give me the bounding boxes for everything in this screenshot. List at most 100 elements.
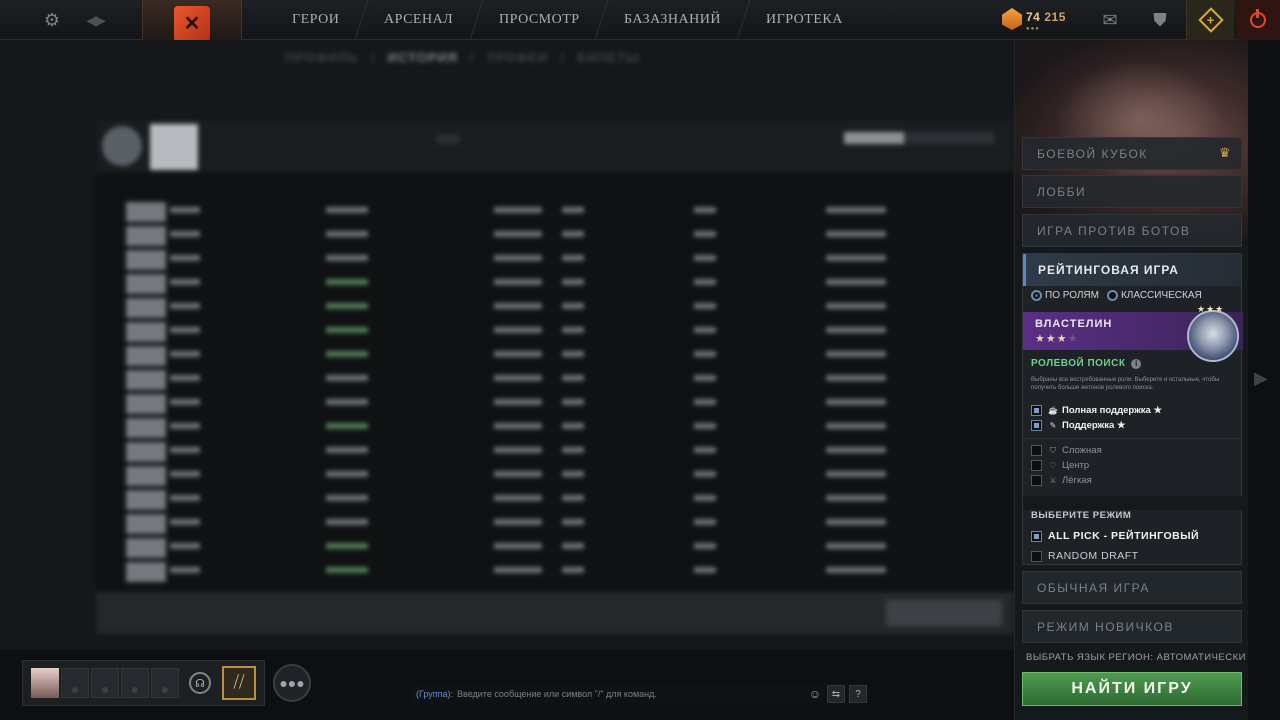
friends-icon[interactable]: ●●● <box>273 664 311 702</box>
tab-match-history[interactable] <box>436 134 460 144</box>
chat-input[interactable]: (Группа): Введите сообщение или символ "… <box>410 683 870 705</box>
history-row[interactable] <box>126 368 1006 392</box>
row-cell-placeholder <box>494 519 542 525</box>
history-row[interactable] <box>126 416 1006 440</box>
role-hard-support[interactable]: ☕ Полная поддержка ★ <box>1031 405 1162 416</box>
vs-bots-button[interactable]: ИГРА ПРОТИВ БОТОВ <box>1022 214 1242 247</box>
row-cell-placeholder <box>170 519 200 525</box>
history-row[interactable] <box>126 200 1006 224</box>
history-row[interactable] <box>126 248 1006 272</box>
history-row[interactable] <box>126 392 1006 416</box>
trophy-icon: ♛ <box>1219 145 1233 160</box>
role-checkbox[interactable] <box>1031 475 1042 486</box>
shards-currency[interactable]: 74 215 ●●● <box>1002 6 1092 34</box>
role-mid[interactable]: ♡ Центр <box>1031 460 1089 471</box>
history-row[interactable] <box>126 440 1006 464</box>
mail-icon[interactable]: ✉ <box>1098 8 1122 32</box>
party-bar: ● ● ● ● ☊ ⧸⧸ <box>22 660 265 706</box>
role-support[interactable]: ✎ Поддержка ★ <box>1031 420 1125 431</box>
hero-thumbnail <box>126 226 166 246</box>
row-cell-placeholder <box>326 495 368 501</box>
help-icon[interactable]: ? <box>849 685 867 703</box>
row-cell-placeholder <box>562 423 584 429</box>
party-slot[interactable]: ● <box>121 668 149 698</box>
find-game-button[interactable]: НАЙТИ ИГРУ <box>1022 672 1242 706</box>
player-avatar[interactable] <box>31 668 59 698</box>
history-row[interactable] <box>126 560 1006 584</box>
history-row[interactable] <box>126 344 1006 368</box>
row-cell-placeholder <box>326 375 368 381</box>
settings-gear-icon[interactable]: ⚙ <box>40 8 64 32</box>
history-row[interactable] <box>126 320 1006 344</box>
party-slot[interactable]: ● <box>151 668 179 698</box>
history-row[interactable] <box>126 272 1006 296</box>
nav-heroes[interactable]: ГЕРОИ <box>264 0 368 40</box>
by-roles-radio[interactable] <box>1031 290 1042 301</box>
mode-separator <box>1023 496 1243 510</box>
emoji-icon[interactable]: ☺ <box>806 685 824 703</box>
scroll-right-arrow-icon[interactable]: ▶ <box>1254 368 1270 390</box>
by-roles-label[interactable]: ПО РОЛЯМ <box>1045 290 1099 301</box>
row-cell-placeholder <box>694 375 716 381</box>
mid-icon: ♡ <box>1049 461 1057 470</box>
mode-random-draft[interactable]: RANDOM DRAFT <box>1031 550 1139 562</box>
ranked-title[interactable]: РЕЙТИНГОВАЯ ИГРА <box>1023 254 1241 286</box>
hero-thumbnail <box>126 250 166 270</box>
role-checkbox[interactable] <box>1031 445 1042 456</box>
role-safelane[interactable]: ⚔ Лёгкая <box>1031 475 1092 486</box>
row-cell-placeholder <box>326 519 368 525</box>
row-cell-placeholder <box>494 279 542 285</box>
history-row[interactable] <box>126 536 1006 560</box>
nav-arcade[interactable]: ИГРОТЕКА <box>736 0 872 40</box>
mode-checkbox[interactable] <box>1031 550 1042 562</box>
role-checkbox[interactable] <box>1031 420 1042 431</box>
row-cell-placeholder <box>694 567 716 573</box>
party-slot[interactable]: ● <box>91 668 119 698</box>
nav-armory[interactable]: АРСЕНАЛ <box>354 0 483 40</box>
invite-headset-icon[interactable]: ☊ <box>189 672 211 694</box>
history-row[interactable] <box>126 296 1006 320</box>
subtab-profile[interactable]: ПРОФИЛЬ <box>285 50 359 65</box>
role-separator <box>1023 438 1243 439</box>
dota-plus-button[interactable]: + <box>1186 0 1234 40</box>
subtab-history[interactable]: ИСТОРИЯ <box>388 50 459 65</box>
role-offlane[interactable]: ⛉ Сложная <box>1031 445 1102 456</box>
role-checkbox[interactable] <box>1031 460 1042 471</box>
subscribe-button[interactable] <box>886 600 1002 626</box>
exit-button[interactable] <box>1236 0 1280 40</box>
history-row[interactable] <box>126 464 1006 488</box>
mode-checkbox[interactable] <box>1031 530 1042 542</box>
normal-game-button[interactable]: ОБЫЧНАЯ ИГРА <box>1022 571 1242 604</box>
mode-all-pick-ranked[interactable]: ALL PICK - РЕЙТИНГОВЫЙ <box>1031 530 1199 542</box>
role-checkbox[interactable] <box>1031 405 1042 416</box>
back-forward-arrows-icon[interactable]: ◀▶ <box>80 8 110 32</box>
armory-icon[interactable]: ⛊ <box>1148 8 1172 32</box>
tab-heroes[interactable] <box>466 134 490 144</box>
row-cell-placeholder <box>562 519 584 525</box>
row-cell-placeholder <box>326 399 368 405</box>
battle-cup-button[interactable]: БОЕВОЙ КУБОК ♛ <box>1022 137 1242 170</box>
row-cell-placeholder <box>170 567 200 573</box>
classic-radio[interactable] <box>1106 290 1118 301</box>
party-slot[interactable]: ● <box>61 668 89 698</box>
row-cell-placeholder <box>562 351 584 357</box>
history-row[interactable] <box>126 512 1006 536</box>
battle-cup-slot-icon[interactable]: ⧸⧸ <box>222 666 256 700</box>
row-cell-placeholder <box>170 471 200 477</box>
region-link[interactable]: РЕГИОН: АВТОМАТИЧЕСКИ <box>1108 652 1246 663</box>
history-row[interactable] <box>126 488 1006 512</box>
profile-avatar[interactable] <box>150 124 198 170</box>
nav-learn[interactable]: БАЗАЗНАНИЙ <box>594 0 750 40</box>
choose-language-link[interactable]: ВЫБРАТЬ ЯЗЫК <box>1026 652 1106 663</box>
classic-label[interactable]: КЛАССИЧЕСКАЯ <box>1121 290 1202 301</box>
chat-wheel-icon[interactable]: ⇆ <box>827 685 845 703</box>
history-row[interactable] <box>126 224 1006 248</box>
tab-allies[interactable] <box>496 134 520 144</box>
nav-watch[interactable]: ПРОСМОТР <box>469 0 608 40</box>
subtab-trophies[interactable]: ТРОФЕИ <box>487 50 549 65</box>
info-icon[interactable]: i <box>1131 359 1142 369</box>
newbie-mode-button[interactable]: РЕЖИМ НОВИЧКОВ <box>1022 610 1242 643</box>
row-cell-placeholder <box>826 519 886 525</box>
lobby-button[interactable]: ЛОББИ <box>1022 175 1242 208</box>
subtab-tickets[interactable]: БИЛЕТЫ <box>577 50 640 65</box>
